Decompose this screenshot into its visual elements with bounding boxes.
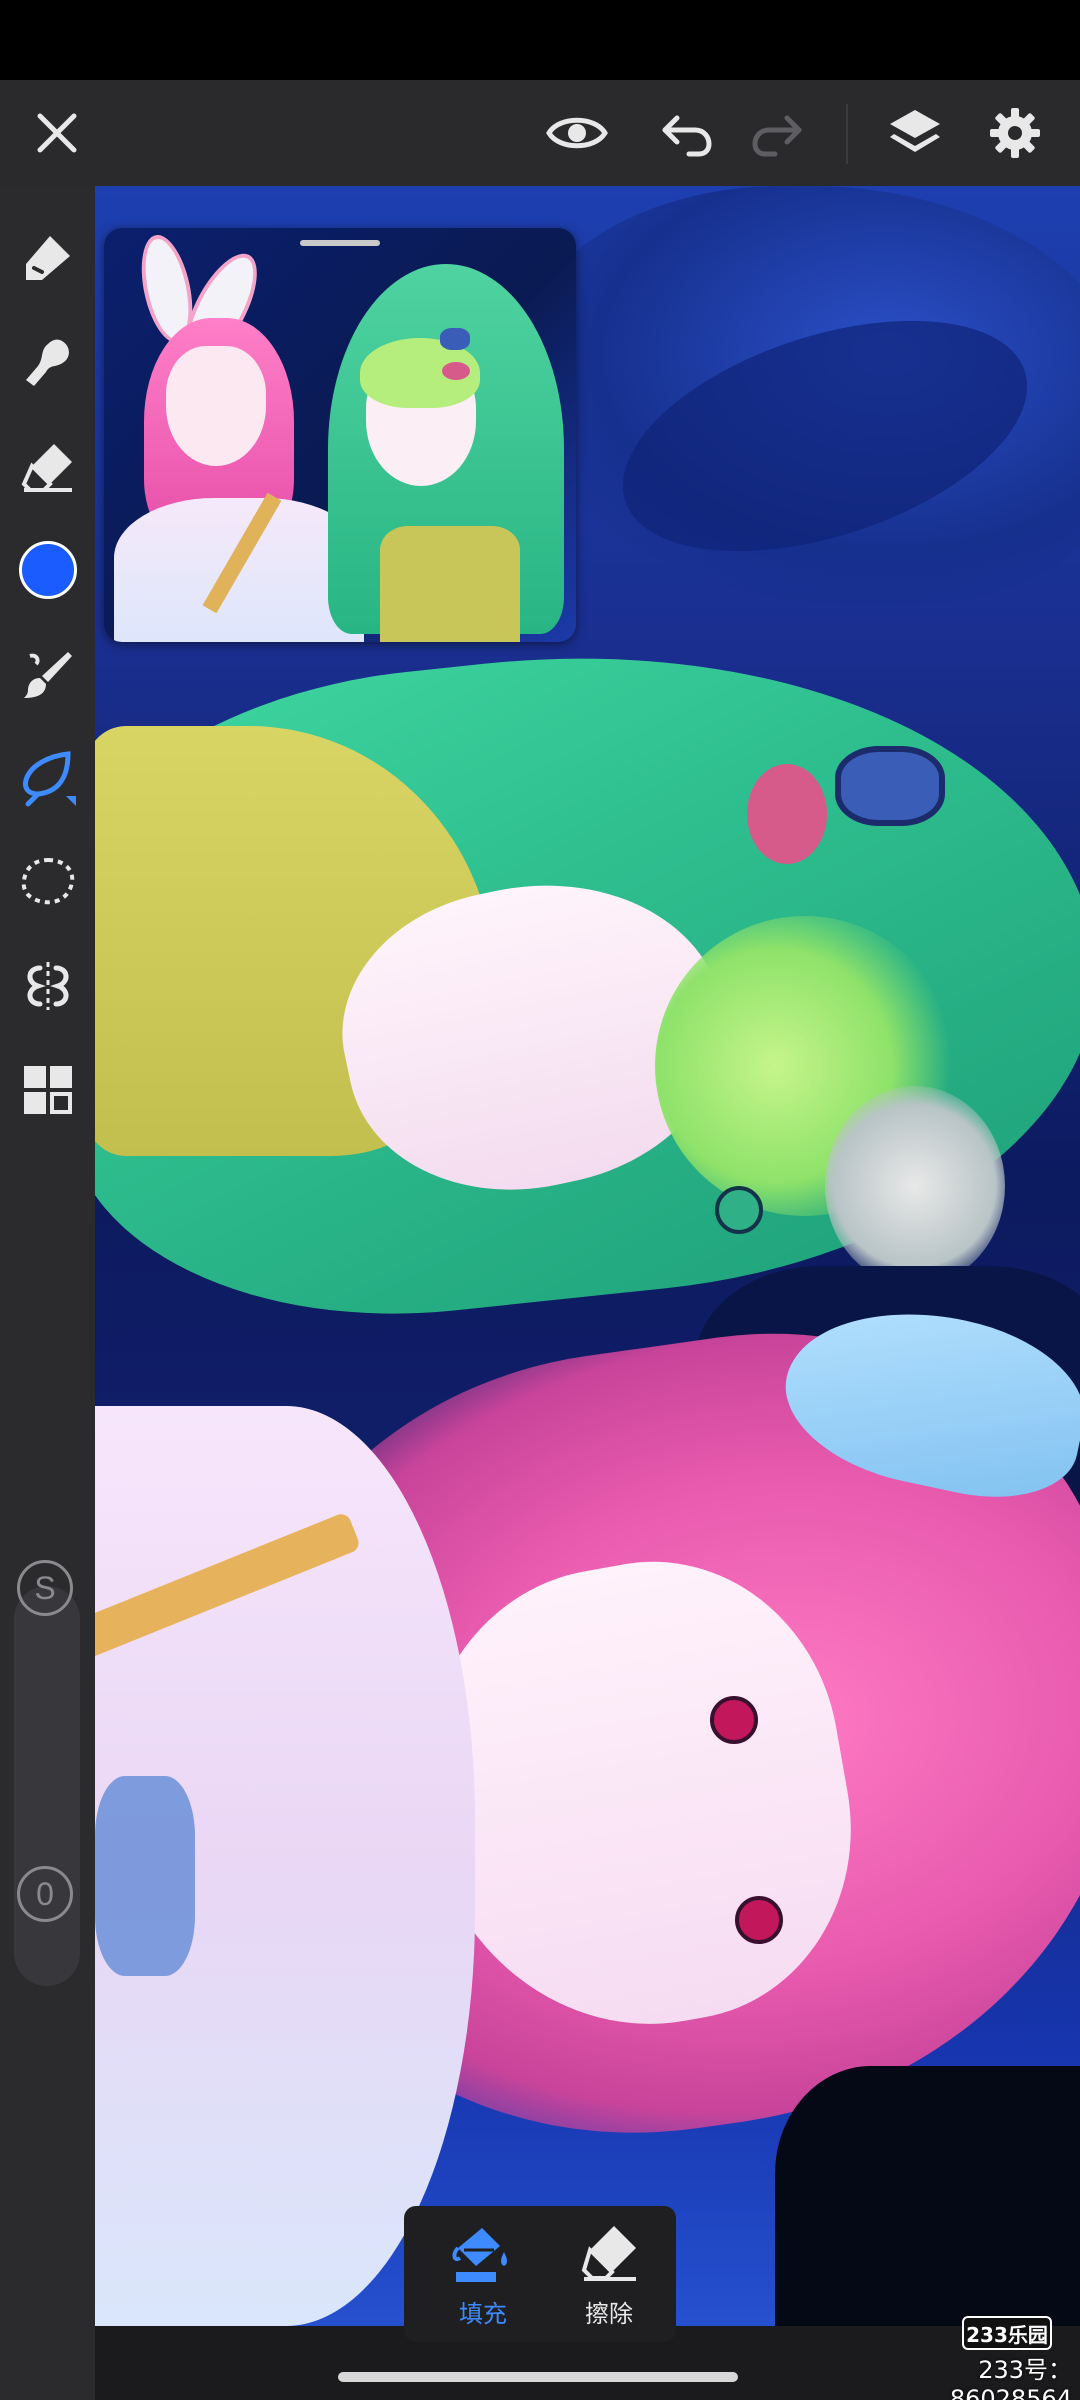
preview-button[interactable] (544, 100, 610, 166)
watermark-logo: 233乐园 (962, 2316, 1052, 2350)
app-screen: S 0 填充 擦除 233乐园 233号： 86028564 (0, 0, 1080, 2400)
reference-face (166, 346, 266, 466)
close-icon (37, 113, 77, 153)
lasso-select-tool-button[interactable] (10, 844, 85, 919)
pen-icon (25, 235, 70, 280)
smudge-tool-button[interactable] (10, 324, 85, 399)
grid-tool-button[interactable] (10, 1052, 85, 1127)
settings-icon (990, 108, 1040, 158)
fill-erase-panel: 填充 擦除 (404, 2206, 676, 2342)
lasso-select-icon (21, 857, 74, 904)
eye-icon (546, 117, 608, 149)
artwork-eye (715, 1186, 763, 1234)
redo-button[interactable] (744, 100, 810, 166)
brush-size-slider[interactable] (14, 1586, 80, 1986)
paint-bucket-icon (452, 2228, 507, 2282)
reference-drag-handle[interactable] (300, 240, 380, 246)
undo-button[interactable] (654, 100, 720, 166)
eraser-tool-button[interactable] (10, 428, 85, 503)
reference-image-window[interactable] (104, 228, 576, 642)
erase-button[interactable]: 擦除 (554, 2222, 664, 2332)
opacity-indicator[interactable]: 0 (17, 1866, 73, 1922)
left-toolbar: S 0 (0, 186, 95, 2400)
eraser-icon (21, 443, 72, 492)
watermark-id-text: 233号： 86028564 (949, 2356, 1072, 2400)
smudge-icon (25, 339, 69, 386)
grid-icon (23, 1065, 72, 1114)
eraser-icon (581, 2226, 636, 2281)
erase-label: 擦除 (585, 2300, 633, 2328)
undo-icon (662, 115, 712, 157)
reference-shirt (380, 526, 520, 642)
fill-label: 填充 (459, 2300, 507, 2328)
lasso-fill-icon (22, 750, 76, 806)
artwork-eye (710, 1696, 758, 1744)
home-indicator[interactable] (338, 2372, 738, 2382)
color-picker-button[interactable] (10, 532, 85, 607)
reference-hood-blush (442, 362, 470, 380)
artwork-hood-teeth (825, 1086, 1005, 1286)
artwork-eye (735, 1896, 783, 1944)
toolbar-divider (846, 104, 848, 164)
artwork-bow (95, 1776, 195, 1976)
top-toolbar (0, 80, 1080, 186)
lasso-fill-tool-button[interactable] (10, 740, 85, 815)
symmetry-tool-button[interactable] (10, 948, 85, 1023)
pen-tool-button[interactable] (10, 220, 85, 295)
brush-tool-button[interactable] (10, 636, 85, 711)
artwork-hood-eye (835, 746, 945, 826)
redo-icon (752, 115, 802, 157)
close-button[interactable] (24, 100, 90, 166)
status-bar (0, 0, 1080, 80)
artwork-hood-blush (747, 764, 827, 864)
size-indicator[interactable]: S (17, 1560, 73, 1616)
fill-button[interactable]: 填充 (428, 2222, 538, 2332)
layers-button[interactable] (882, 100, 948, 166)
settings-button[interactable] (982, 100, 1048, 166)
brush-icon (23, 651, 72, 698)
opacity-label: 0 (36, 1875, 54, 1912)
symmetry-icon (27, 961, 68, 1010)
color-swatch (18, 540, 77, 599)
reference-hood-eye (440, 328, 470, 350)
layers-icon (890, 110, 940, 152)
size-label: S (34, 1569, 56, 1606)
